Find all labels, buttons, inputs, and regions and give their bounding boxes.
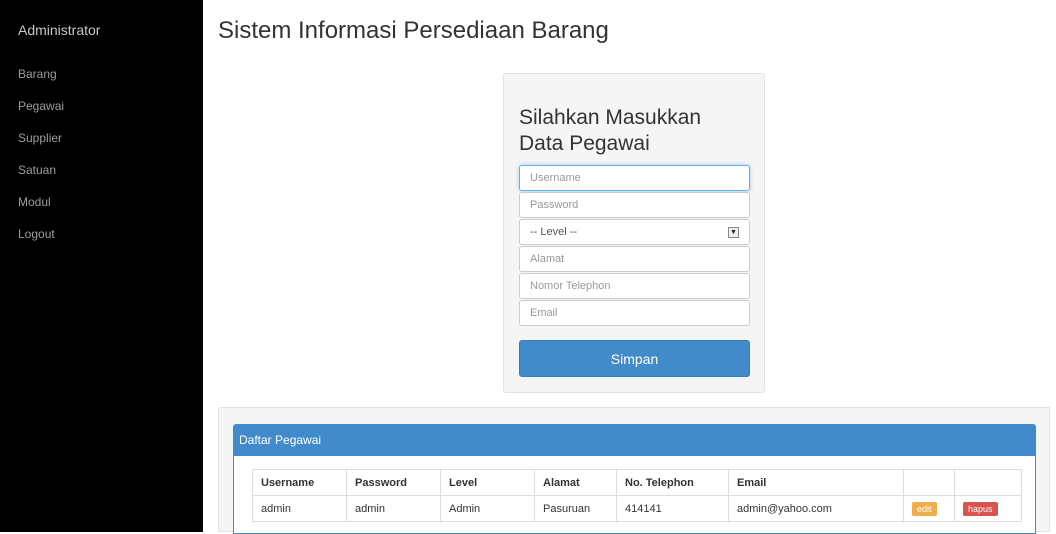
employee-list-title: Daftar Pegawai: [234, 425, 1035, 456]
cell-password: admin: [346, 495, 441, 522]
cell-username: admin: [252, 495, 347, 522]
level-select-value: -- Level --: [530, 226, 578, 238]
chevron-down-icon: ▼: [728, 226, 739, 238]
telephon-input[interactable]: [519, 273, 750, 299]
username-input[interactable]: [519, 165, 750, 191]
sidebar-menu: Barang Pegawai Supplier Satuan Modul Log…: [18, 66, 64, 258]
level-select[interactable]: -- Level -- ▼: [519, 219, 750, 245]
sidebar-item-supplier[interactable]: Supplier: [18, 130, 64, 162]
sidebar-item-logout[interactable]: Logout: [18, 226, 64, 258]
form-heading-line1: Silahkan Masukkan: [519, 106, 702, 129]
cell-level: Admin: [440, 495, 535, 522]
cell-alamat: Pasuruan: [534, 495, 617, 522]
table-header-row: Username Password Level Alamat No. Telep…: [252, 469, 1022, 496]
sidebar: Administrator Barang Pegawai Supplier Sa…: [0, 0, 203, 532]
employee-form-panel: Silahkan Masukkan Data Pegawai -- Level …: [503, 73, 765, 393]
password-input[interactable]: [519, 192, 750, 218]
sidebar-item-pegawai[interactable]: Pegawai: [18, 98, 64, 130]
page-title: Sistem Informasi Persediaan Barang: [218, 17, 609, 44]
alamat-input[interactable]: [519, 246, 750, 272]
employee-table: Username Password Level Alamat No. Telep…: [252, 469, 1022, 522]
sidebar-item-modul[interactable]: Modul: [18, 194, 64, 226]
email-input[interactable]: [519, 300, 750, 326]
cell-delete: hapus: [954, 495, 1022, 522]
delete-button[interactable]: hapus: [963, 501, 998, 516]
cell-telephon: 414141: [616, 495, 729, 522]
sidebar-item-satuan[interactable]: Satuan: [18, 162, 64, 194]
column-header-password: Password: [346, 469, 441, 496]
column-header-alamat: Alamat: [534, 469, 617, 496]
column-header-level: Level: [440, 469, 535, 496]
column-header-edit: [903, 469, 955, 496]
cell-email: admin@yahoo.com: [728, 495, 904, 522]
sidebar-brand[interactable]: Administrator: [18, 22, 100, 38]
column-header-email: Email: [728, 469, 904, 496]
form-heading-line2: Data Pegawai: [519, 132, 650, 155]
employee-list-wrapper: Daftar Pegawai Username Password Level A…: [218, 407, 1050, 534]
sidebar-item-barang[interactable]: Barang: [18, 66, 64, 98]
column-header-telephon: No. Telephon: [616, 469, 729, 496]
column-header-username: Username: [252, 469, 347, 496]
cell-edit: edit: [903, 495, 955, 522]
column-header-delete: [954, 469, 1022, 496]
table-row: admin admin Admin Pasuruan 414141 admin@…: [252, 495, 1022, 522]
form-heading: Silahkan Masukkan Data Pegawai: [519, 105, 749, 157]
edit-button[interactable]: edit: [912, 501, 937, 516]
save-button[interactable]: Simpan: [519, 340, 750, 377]
